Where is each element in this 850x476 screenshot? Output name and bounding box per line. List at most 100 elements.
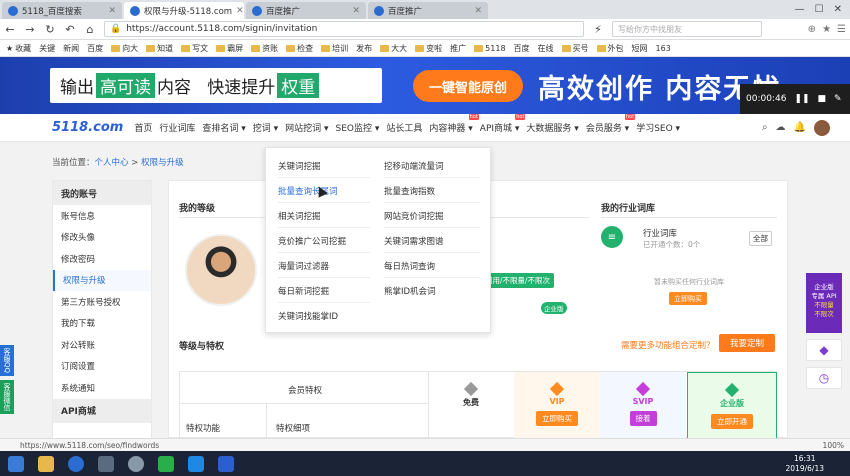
- sidebar-item-third-party[interactable]: 第三方账号授权: [53, 291, 151, 313]
- nav-industry-words[interactable]: 行业词库: [159, 121, 195, 134]
- home-icon[interactable]: ⌂: [84, 23, 96, 36]
- bookmark-item[interactable]: 资账: [251, 43, 278, 54]
- windows-start-icon[interactable]: [8, 455, 24, 472]
- sidebar-item-account-info[interactable]: 账号信息: [53, 205, 151, 227]
- menu-item-batch-index[interactable]: 批量查询指数: [384, 185, 435, 197]
- menu-item-demand-graph[interactable]: 关键词需求图谱: [384, 235, 444, 247]
- bell-icon[interactable]: 🔔: [794, 122, 806, 133]
- banner-cta-button[interactable]: 一键智能原创: [413, 70, 523, 102]
- sidebar-item-downloads[interactable]: 我的下载: [53, 313, 151, 335]
- breadcrumb-personal-center[interactable]: 个人中心: [95, 158, 129, 168]
- pause-icon[interactable]: ❚❚: [794, 94, 809, 104]
- close-tab-icon[interactable]: ✕: [236, 6, 244, 16]
- nav-big-data[interactable]: 大数据服务 ▾: [526, 121, 578, 134]
- svip-button[interactable]: 接着: [629, 411, 657, 426]
- nav-content-tools[interactable]: 内容神器 ▾ hot: [429, 114, 479, 134]
- promo-banner[interactable]: 输出 高可读 内容 快速提升 权重 一键智能原创 高效创作 内容无忧: [0, 57, 850, 114]
- sidebar-item-permissions[interactable]: 权限与升级: [53, 269, 151, 291]
- close-tab-icon[interactable]: ✕: [474, 6, 482, 16]
- nav-member[interactable]: 会员服务 ▾ hot: [586, 114, 636, 134]
- bookmark-item[interactable]: 知道: [146, 43, 173, 54]
- nav-seo-monitor[interactable]: SEO监控 ▾: [336, 121, 380, 134]
- back-icon[interactable]: ←: [4, 23, 16, 36]
- minimize-icon[interactable]: —: [795, 4, 805, 15]
- close-window-icon[interactable]: ✕: [834, 4, 842, 15]
- browser-taskbar-icon[interactable]: [68, 455, 84, 472]
- enterprise-open-button[interactable]: 立即开通: [711, 414, 753, 429]
- bookmark-item[interactable]: 向大: [111, 43, 138, 54]
- star-icon[interactable]: ★: [822, 24, 831, 35]
- bookmark-item[interactable]: 变啦: [415, 43, 442, 54]
- forward-icon[interactable]: →: [24, 23, 36, 36]
- wechat-icon[interactable]: [158, 455, 174, 472]
- bookmark-item[interactable]: 163: [656, 44, 671, 53]
- bookmark-item[interactable]: 培训: [321, 43, 348, 54]
- bookmark-item[interactable]: 写文: [181, 43, 208, 54]
- service-wechat-button[interactable]: 客服微信: [0, 380, 14, 415]
- word-lib-all-button[interactable]: 全部: [749, 231, 772, 246]
- browser-search-input[interactable]: 写给你方中找朋友: [612, 21, 762, 37]
- sidebar-item-notifications[interactable]: 系统通知: [53, 377, 151, 399]
- menu-item-word-filter[interactable]: 海量词过滤器: [278, 260, 329, 272]
- bookmark-item[interactable]: 关键: [39, 43, 55, 54]
- word-lib-buy-button[interactable]: 立即购买: [669, 292, 707, 305]
- menu-item-xiongzhang-id[interactable]: 关键词找能掌ID: [278, 310, 338, 322]
- service-qq-button[interactable]: 客服QQ: [0, 345, 14, 377]
- menu-item-xiongzhang-chance[interactable]: 熊掌ID机会词: [384, 285, 436, 297]
- sidebar-item-bank-transfer[interactable]: 对公转账: [53, 334, 151, 356]
- bookmark-item[interactable]: 百度: [87, 43, 103, 54]
- menu-item-daily-new[interactable]: 每日新词挖掘: [278, 285, 329, 297]
- bookmark-item[interactable]: 推广: [450, 43, 466, 54]
- menu-item-site-bidding[interactable]: 网站竞价词挖掘: [384, 210, 444, 222]
- sidebar-item-subscriptions[interactable]: 订阅设置: [53, 356, 151, 378]
- recorder-taskbar-icon[interactable]: [188, 455, 204, 472]
- bookmark-item[interactable]: 百度: [514, 43, 530, 54]
- vip-buy-button[interactable]: 立即购买: [536, 411, 578, 426]
- enterprise-api-promo[interactable]: 企业版 专属 API 不限量 不限次: [806, 273, 842, 333]
- breadcrumb-permissions[interactable]: 权限与升级: [141, 158, 184, 168]
- browser-tab-3[interactable]: 百度推广 ✕: [246, 2, 366, 19]
- browser-tab-1[interactable]: 5118_百度搜索 ✕: [2, 2, 122, 19]
- nav-rank-words[interactable]: 查排名词 ▾: [202, 121, 245, 134]
- zoom-level[interactable]: 100%: [823, 441, 850, 450]
- app-taskbar-icon[interactable]: [128, 455, 144, 472]
- bookmark-item[interactable]: 5118: [474, 44, 506, 53]
- nav-home[interactable]: 首页: [134, 121, 152, 134]
- search-icon[interactable]: ⌕: [762, 122, 768, 133]
- maximize-icon[interactable]: ☐: [815, 4, 824, 15]
- nav-webmaster-tools[interactable]: 站长工具: [386, 121, 422, 134]
- address-bar[interactable]: 🔒 https://account.5118.com/signin/invita…: [104, 21, 584, 37]
- nav-learn-seo[interactable]: 学习SEO ▾: [636, 121, 680, 134]
- browser-tab-2[interactable]: 权限与升级-5118.com ✕: [124, 2, 244, 19]
- diamond-icon[interactable]: ◆: [806, 339, 842, 361]
- bookmark-item[interactable]: 霸屏: [216, 43, 243, 54]
- menu-item-batch-longtail[interactable]: 批量查询长尾词: [278, 185, 338, 197]
- menu-item-keyword-dig[interactable]: 关键词挖掘: [278, 160, 321, 172]
- nav-site-words[interactable]: 网站挖词 ▾: [285, 121, 328, 134]
- close-tab-icon[interactable]: ✕: [108, 6, 116, 16]
- stop-icon[interactable]: ■: [818, 94, 827, 104]
- nav-api-mall[interactable]: API商城 ▾ hot: [480, 114, 526, 134]
- cloud-icon[interactable]: ☁: [776, 122, 786, 133]
- custom-question-link[interactable]: 需要更多功能组合定制？: [621, 339, 715, 351]
- bookmark-item[interactable]: ★ 收藏: [6, 43, 31, 54]
- bookmark-item[interactable]: 大大: [380, 43, 407, 54]
- pen-icon[interactable]: ✎: [834, 94, 842, 104]
- menu-item-related-words[interactable]: 相关词挖掘: [278, 210, 321, 222]
- site-logo[interactable]: 5118.com: [52, 120, 123, 135]
- undo-icon[interactable]: ↶: [64, 23, 76, 36]
- system-clock[interactable]: 16:31 2019/6/13: [786, 454, 824, 474]
- word-icon[interactable]: [218, 455, 234, 472]
- sidebar-section-api[interactable]: API商城: [53, 398, 151, 423]
- bookmark-item[interactable]: 外包: [596, 43, 624, 54]
- bookmark-item[interactable]: 买号: [561, 43, 589, 54]
- user-avatar[interactable]: [814, 119, 830, 136]
- clock-icon[interactable]: ◷: [806, 367, 842, 389]
- menu-item-bidding-company[interactable]: 竞价推广公司挖掘: [278, 235, 346, 247]
- sidebar-item-change-avatar[interactable]: 修改头像: [53, 227, 151, 249]
- custom-button[interactable]: 我要定制: [719, 334, 775, 352]
- nav-dig-words[interactable]: 挖词 ▾: [253, 121, 278, 134]
- sidebar-item-change-password[interactable]: 修改密码: [53, 248, 151, 270]
- bookmark-item[interactable]: 检查: [286, 43, 313, 54]
- extension-icon[interactable]: ⊕: [808, 24, 816, 35]
